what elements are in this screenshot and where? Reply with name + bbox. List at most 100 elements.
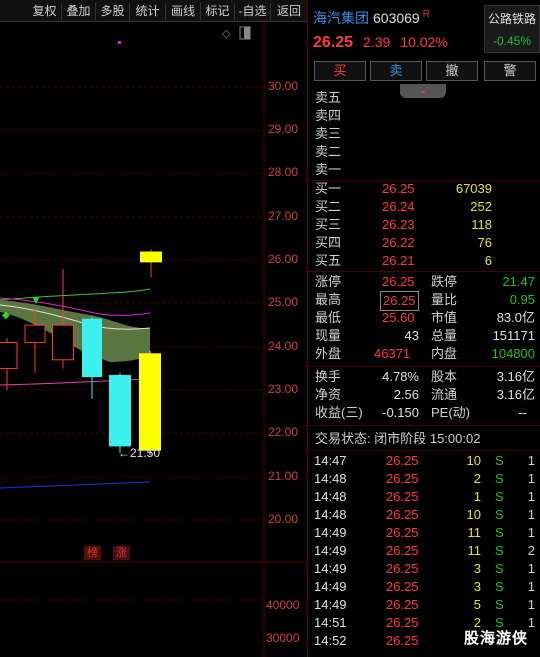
volume-axis-label: 40000: [266, 598, 300, 612]
chart-toolbar: 复权 叠加 多股 统计 画线 标记 -自选 返回: [0, 0, 307, 22]
candle-body: [52, 324, 74, 361]
tick-n: 1: [527, 489, 535, 504]
tick-price: 26.25: [386, 543, 419, 558]
sector-box[interactable]: 公路铁路 -0.45%: [484, 5, 540, 53]
divider: [308, 425, 540, 426]
tick-time: 14:49: [314, 561, 347, 576]
stat-row: 最低 25.60 市值 83.0亿: [315, 310, 535, 325]
limit-up-tag[interactable]: 涨: [113, 546, 130, 560]
price-axis-label: 21.00: [268, 469, 299, 483]
toolbar-draw-button[interactable]: 画线: [166, 3, 201, 20]
tick-n: 1: [527, 507, 535, 522]
tick-side: S: [495, 561, 504, 576]
toolbar-multistock-button[interactable]: 多股: [96, 3, 130, 20]
tick-row: 14:47 26.25 10 S 1: [308, 452, 540, 470]
tick-price: 26.25: [386, 561, 419, 576]
sell-order-row: 卖三: [315, 126, 342, 141]
tick-n: 1: [527, 471, 535, 486]
tick-price: 26.25: [386, 453, 419, 468]
last-price: 26.25: [313, 34, 354, 51]
tick-time: 14:48: [314, 489, 347, 504]
sector-name: 公路铁路: [487, 12, 536, 26]
stock-title: 海汽集团 603069 R: [313, 8, 430, 28]
tick-row: 14:48 26.25 10 S 1: [308, 506, 540, 524]
tick-side: S: [495, 453, 504, 468]
toolbar-remove-favorite-button[interactable]: -自选: [235, 3, 271, 20]
tick-vol: 11: [467, 525, 482, 540]
tick-time: 14:48: [314, 507, 347, 522]
price-axis-label: 20.00: [268, 512, 299, 526]
toolbar-stats-button[interactable]: 统计: [130, 3, 166, 20]
candle-body: [109, 374, 131, 447]
price-change-pct: 10.02%: [400, 34, 448, 50]
tick-time: 14:48: [314, 471, 347, 486]
trade-status: 交易状态: 闭市阶段 15:00:02: [315, 431, 481, 446]
tick-time: 14:49: [314, 525, 347, 540]
tick-price: 26.25: [386, 525, 419, 540]
price-axis-label: 27.00: [268, 209, 299, 223]
sector-change: -0.45%: [492, 34, 532, 48]
price-axis-label: 29.00: [268, 122, 299, 136]
cancel-order-button[interactable]: 撤: [426, 61, 478, 81]
tick-time: 14:51: [314, 615, 347, 630]
tick-side: S: [495, 507, 504, 522]
tick-n: 1: [527, 615, 535, 630]
alert-button[interactable]: 警: [484, 61, 536, 81]
toolbar-overlay-button[interactable]: 叠加: [62, 3, 96, 20]
tick-vol: 10: [466, 453, 481, 468]
tick-price: 26.25: [386, 615, 419, 630]
toolbar-back-button[interactable]: 返回: [271, 3, 307, 20]
divider: [308, 450, 540, 451]
tick-row: 14:48 26.25 2 S 1: [308, 470, 540, 488]
tick-n: 1: [527, 579, 535, 594]
price-axis-label: 26.00: [268, 252, 299, 266]
candle-body: [24, 324, 46, 343]
price-axis-label: 23.00: [268, 382, 299, 396]
tick-vol: 1: [473, 489, 481, 504]
buy-button[interactable]: 买: [314, 61, 366, 81]
kline-chart[interactable]: ◇ ▼ ◆: [0, 22, 307, 657]
tick-side: S: [495, 471, 504, 486]
tick-n: 1: [527, 597, 535, 612]
margin-flag: R: [422, 9, 430, 21]
tick-side: S: [495, 543, 504, 558]
stat-row: 涨停 26.25 跌停 21.47: [315, 274, 535, 289]
stock-name: 海汽集团: [313, 10, 369, 26]
tick-time: 14:49: [314, 579, 347, 594]
sell-order-row: 卖四: [315, 108, 342, 123]
divider: [308, 366, 540, 367]
stat-row: 收益(三) -0.150 PE(动) --: [315, 405, 527, 420]
tick-row: 14:49 26.25 11 S 1: [308, 524, 540, 542]
candle-body: [0, 341, 18, 369]
sell-order-row: 卖一: [315, 162, 342, 177]
toolbar-mark-button[interactable]: 标记: [201, 3, 235, 20]
toolbar-fuquan-button[interactable]: 复权: [28, 3, 62, 20]
tick-time: 14:47: [314, 453, 347, 468]
ma-cloud: [0, 300, 150, 362]
sell-button[interactable]: 卖: [370, 61, 422, 81]
diamond-icon: ◇: [222, 28, 231, 40]
buy-order-row: 买五 26.21 6: [315, 253, 492, 268]
tick-vol: 10: [466, 507, 481, 522]
stock-code: 603069: [373, 10, 420, 26]
tick-vol: 3: [473, 579, 481, 594]
list-tag[interactable]: 榜: [84, 546, 101, 560]
price-axis-label: 25.00: [268, 295, 299, 309]
buy-order-row: 买一 26.25 67039: [315, 181, 492, 196]
tick-vol: 2: [473, 471, 481, 486]
tick-n: 1: [527, 561, 535, 576]
price-axis-label: 28.00: [268, 165, 299, 179]
buy-order-row: 买三 26.23 118: [315, 217, 492, 232]
candle-body: [139, 353, 161, 451]
tick-side: S: [495, 597, 504, 612]
stat-row: 最高 26.25 量比 0.95: [308, 291, 540, 311]
buy-order-row: 买二 26.24 252: [315, 199, 492, 214]
price-change: 2.39: [363, 34, 391, 50]
volume-axis-label: 30000: [266, 631, 300, 645]
tick-price: 26.25: [386, 507, 419, 522]
quote-panel: 海汽集团 603069 R 公路铁路 -0.45% 26.25 2.39 10.02% …: [307, 0, 540, 657]
tick-n: 1: [527, 525, 535, 540]
signal-down-arrow: ◆: [2, 310, 10, 321]
tick-vol: 11: [467, 543, 482, 558]
low-price-annotation: ←21.50: [118, 446, 161, 460]
